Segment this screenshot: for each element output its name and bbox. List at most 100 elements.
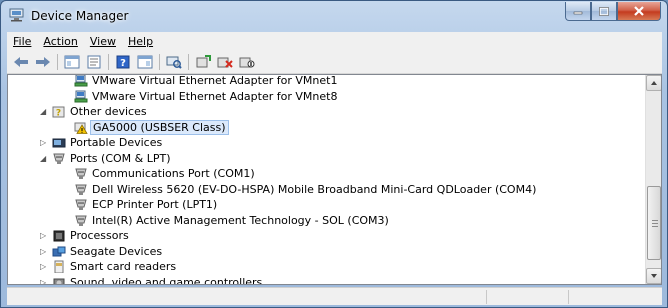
menu-action[interactable]: Action [37, 35, 83, 48]
properties-icon [87, 55, 101, 68]
tree-item-label: ECP Printer Port (LPT1) [92, 198, 218, 211]
port-icon [75, 168, 87, 179]
title-bar[interactable]: Device Manager [1, 1, 667, 29]
collapse-arrow-icon[interactable]: ◢ [40, 154, 49, 163]
back-button[interactable] [10, 52, 32, 72]
svg-text:?: ? [56, 109, 61, 119]
tree-item-label: Intel(R) Active Management Technology - … [92, 213, 389, 227]
network-adapter-icon [74, 75, 88, 87]
window-title: Device Manager [31, 9, 129, 23]
tree-item[interactable]: GA5000 (USBSER Class) [8, 119, 638, 135]
seagate-device-icon [52, 246, 66, 256]
network-adapter-icon [74, 90, 88, 102]
status-bar [7, 287, 662, 305]
menu-help[interactable]: Help [122, 35, 159, 48]
tree-item[interactable]: ▷ Processors [8, 228, 638, 243]
uninstall-button[interactable] [214, 52, 236, 72]
scrollbar-grip [652, 223, 658, 224]
scrollbar-thumb[interactable] [647, 186, 661, 260]
tree-item[interactable]: Dell Wireless 5620 (EV-DO-HSPA) Mobile B… [8, 182, 638, 197]
port-icon [53, 153, 65, 164]
tree-item[interactable]: ▷ Sound, video and game controllers [8, 275, 638, 285]
forward-button[interactable] [32, 52, 54, 72]
expand-arrow-icon[interactable]: ▷ [40, 138, 49, 147]
portable-device-icon [52, 138, 66, 148]
menu-file[interactable]: File [7, 35, 37, 48]
vertical-scrollbar[interactable] [645, 75, 661, 284]
tree-item-label: Ports (COM & LPT) [70, 151, 171, 165]
tree-item[interactable]: ▷ Portable Devices [8, 135, 638, 150]
tree-item[interactable]: Intel(R) Active Management Technology - … [8, 213, 638, 228]
view-button[interactable] [134, 52, 156, 72]
menu-view-label: View [89, 34, 116, 48]
tree-item-label: Processors [70, 229, 129, 242]
scrollbar-grip [652, 220, 658, 221]
expand-arrow-icon[interactable]: ▷ [40, 278, 49, 285]
processor-icon [53, 230, 65, 242]
menu-file-label: File [13, 34, 32, 48]
smart-card-reader-icon [54, 260, 64, 273]
tree-item-label: Other devices [70, 105, 147, 118]
show-hide-console-tree-button[interactable] [61, 52, 83, 72]
maximize-button[interactable] [591, 2, 617, 21]
device-tree-pane: VMware Virtual Ethernet Adapter for VMne… [7, 74, 662, 285]
port-icon [75, 199, 87, 210]
forward-arrow-icon [36, 56, 50, 67]
tree-item[interactable]: ▷ Smart card readers [8, 259, 638, 274]
expand-arrow-icon[interactable]: ▷ [40, 231, 49, 240]
menu-view[interactable]: View [84, 35, 122, 48]
scroll-up-arrow-icon [651, 81, 657, 85]
show-hide-console-tree-icon [64, 55, 80, 68]
tree-item-label: VMware Virtual Ethernet Adapter for VMne… [92, 75, 338, 87]
update-driver-button[interactable] [192, 52, 214, 72]
tree-item[interactable]: ▷ Seagate Devices [8, 244, 638, 259]
back-arrow-icon [14, 56, 28, 67]
scan-hardware-icon [166, 56, 182, 69]
port-icon [75, 215, 87, 226]
menu-action-label: Action [43, 34, 78, 48]
uninstall-icon [217, 57, 233, 68]
scroll-down-arrow-icon [651, 274, 657, 278]
tree-item-label: Smart card readers [70, 260, 177, 273]
menu-help-label: Help [127, 34, 154, 48]
view-icon [137, 55, 153, 68]
port-icon [75, 184, 87, 195]
help-button[interactable]: ? [112, 52, 134, 72]
scroll-up-button[interactable] [646, 75, 661, 91]
tree-item[interactable]: Communications Port (COM1) [8, 166, 638, 181]
tree-item[interactable]: ◢? Other devices [8, 104, 638, 119]
caption-buttons [565, 2, 661, 21]
scan-hardware-button[interactable] [163, 52, 185, 72]
tree-item[interactable]: ECP Printer Port (LPT1) [8, 197, 638, 212]
close-icon [634, 6, 644, 16]
expand-arrow-icon[interactable]: ▷ [40, 262, 49, 271]
toolbar-separator [57, 53, 58, 70]
tree-item[interactable]: VMware Virtual Ethernet Adapter for VMne… [8, 89, 638, 104]
toolbar: ? [7, 50, 662, 74]
close-button[interactable] [617, 2, 661, 21]
menu-bar: File Action View Help [7, 32, 662, 50]
minimize-button[interactable] [565, 2, 591, 21]
properties-button[interactable] [83, 52, 105, 72]
sound-controller-icon [53, 278, 65, 284]
scroll-down-button[interactable] [646, 268, 661, 284]
update-driver-icon [196, 54, 211, 67]
device-manager-icon [9, 8, 24, 22]
expand-arrow-icon[interactable]: ▷ [40, 247, 49, 256]
tree-item-label: GA5000 (USBSER Class) [90, 119, 229, 135]
minimize-icon [573, 11, 583, 15]
tree-item-label: Dell Wireless 5620 (EV-DO-HSPA) Mobile B… [92, 182, 537, 196]
tree-item-label: Seagate Devices [70, 244, 163, 258]
tree-item[interactable]: ◢ Ports (COM & LPT) [8, 151, 638, 166]
disable-device-button[interactable] [236, 52, 258, 72]
tree-item-label: VMware Virtual Ethernet Adapter for VMne… [92, 89, 338, 103]
tree-item-label: Sound, video and game controllers [70, 275, 263, 285]
scrollbar-grip [652, 226, 658, 227]
toolbar-separator [188, 53, 189, 70]
collapse-arrow-icon[interactable]: ◢ [40, 107, 49, 116]
tree-item[interactable]: VMware Virtual Ethernet Adapter for VMne… [8, 75, 638, 88]
unknown-device-icon: ? [52, 106, 65, 119]
device-manager-window: Device Manager File Action View Help ? V… [0, 0, 668, 308]
help-icon: ? [116, 55, 130, 69]
warning-device-icon [74, 122, 88, 134]
